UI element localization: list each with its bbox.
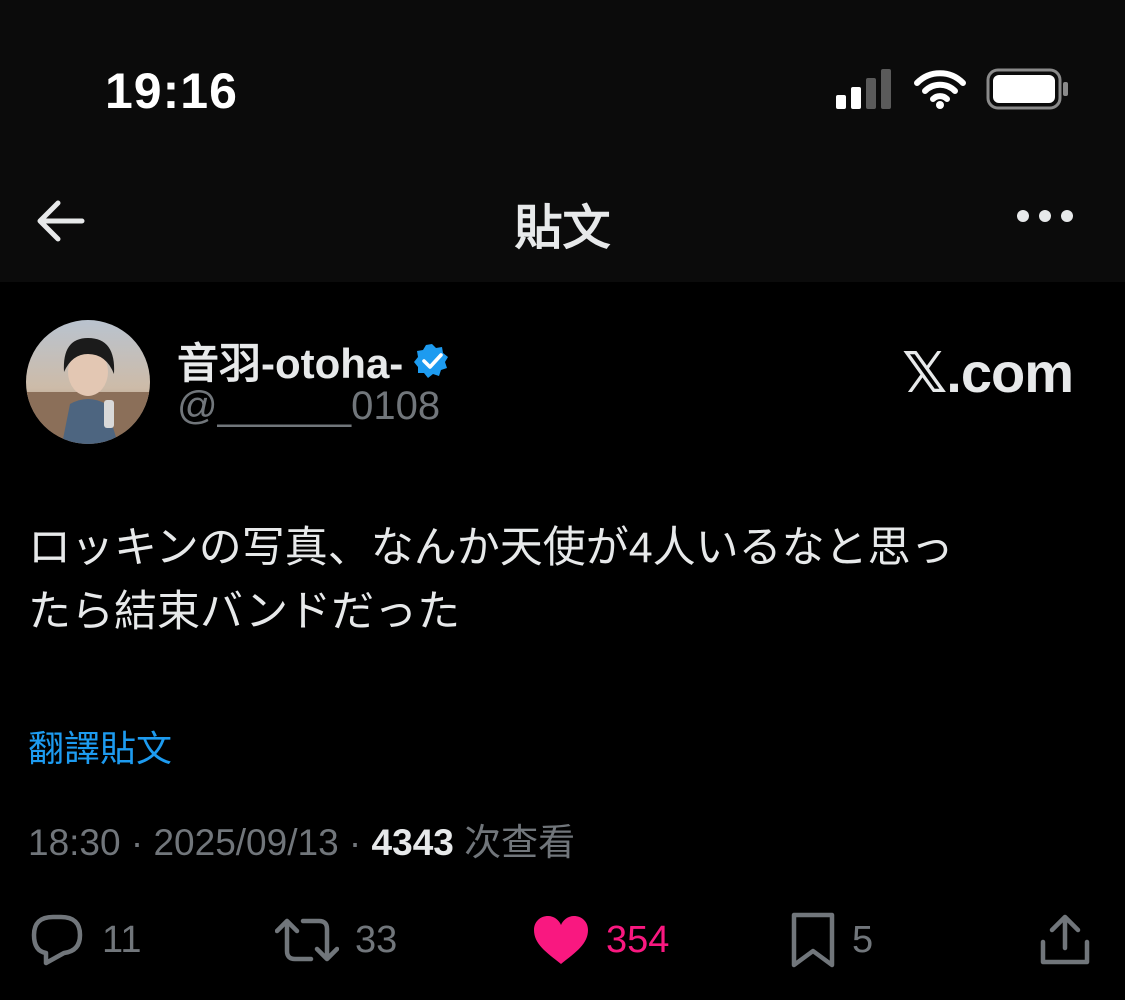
author-name-text: 音羽-otoha- [177, 340, 404, 387]
reply-count: 11 [102, 918, 142, 961]
page-title: 貼文 [514, 202, 611, 255]
share-button[interactable] [1038, 900, 1092, 980]
post-meta: 18:30 · 2025/09/13 · 4343 次查看 [28, 812, 575, 866]
x-com-logo: 𝕏.com [902, 341, 1074, 404]
post-text-line-2: たら結束バンドだった [28, 588, 461, 636]
bookmark-count: 5 [852, 918, 874, 961]
post-text: ロッキンの写真、なんか天使が4人いるなと思っ たら結束バンドだった [28, 516, 1088, 644]
view-label: 次查看 [453, 822, 576, 863]
post-text-line-1: ロッキンの写真、なんか天使が4人いるなと思っ [28, 524, 954, 572]
bookmark-button[interactable]: 5 [790, 900, 873, 980]
like-button[interactable]: 354 [532, 900, 669, 980]
repost-button[interactable]: 33 [275, 900, 397, 980]
wifi-icon [914, 70, 966, 109]
nav-bar: 貼文 [0, 160, 1125, 282]
repost-icon [275, 918, 339, 962]
author-name[interactable]: 音羽-otoha- [177, 330, 451, 391]
like-count: 354 [606, 918, 670, 961]
verified-badge-icon [414, 343, 449, 378]
repost-count: 33 [355, 918, 398, 961]
cellular-signal-icon [836, 69, 891, 109]
action-bar: 11 33 354 5 [0, 900, 1125, 980]
status-icons [836, 66, 1070, 112]
bookmark-icon [791, 912, 835, 968]
like-icon [534, 916, 588, 964]
view-count[interactable]: 4343 [372, 822, 454, 863]
status-bar: 19:16 [0, 0, 1125, 160]
author-handle[interactable]: @______0108 [177, 384, 440, 429]
reply-icon [31, 914, 83, 966]
status-time: 19:16 [105, 63, 238, 119]
reply-button[interactable]: 11 [28, 900, 141, 980]
battery-icon [986, 68, 1068, 110]
avatar[interactable] [26, 320, 150, 444]
share-icon [1040, 914, 1090, 965]
post-timestamp: 18:30 · 2025/09/13 · [28, 822, 372, 863]
translate-post-link[interactable]: 翻譯貼文 [28, 720, 172, 772]
more-icon[interactable] [1015, 206, 1075, 226]
